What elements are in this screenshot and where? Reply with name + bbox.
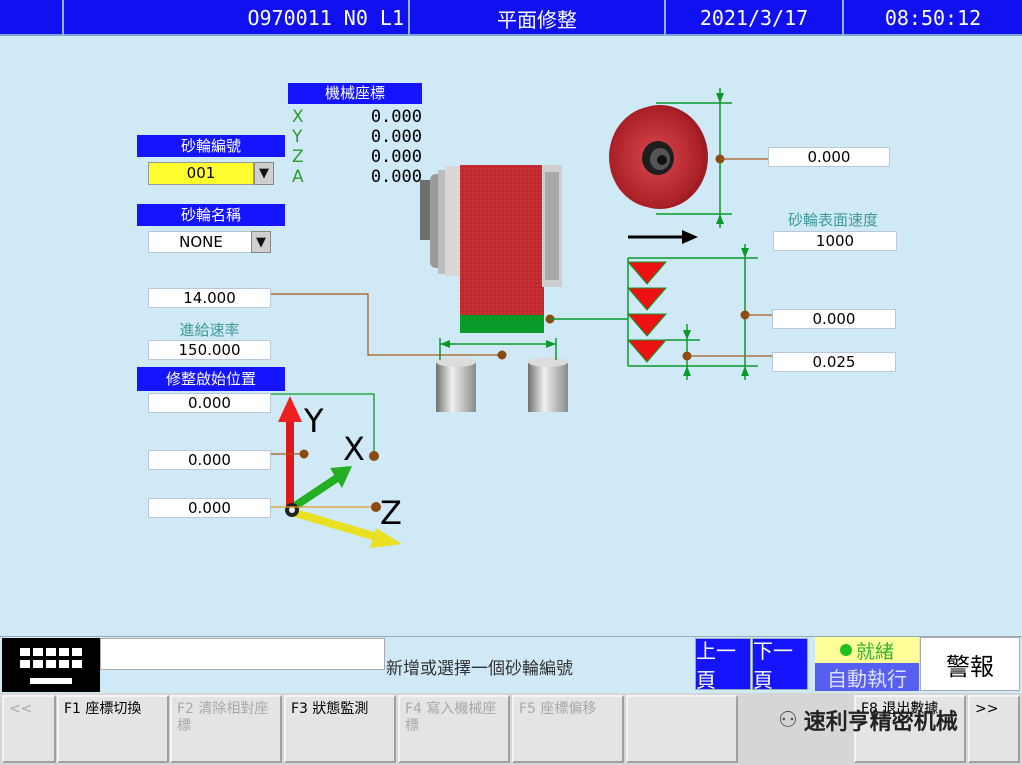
wheel-spindle-illustration	[420, 165, 562, 333]
ready-status: 就緒	[815, 637, 919, 663]
watermark-text: 速利亨精密机械	[803, 710, 958, 735]
wechat-icon: ⚇	[778, 707, 798, 733]
grinding-wheel-illustration	[609, 105, 708, 209]
fkey-f1[interactable]: F1 座標切換	[57, 695, 169, 763]
fkey-prev[interactable]: <<	[2, 695, 56, 763]
fkey-f5[interactable]: F5 座標偏移	[512, 695, 624, 763]
x-axis-label: X	[343, 430, 365, 468]
y-axis-label: Y	[304, 402, 324, 440]
dressing-passes-illustration	[626, 261, 668, 363]
alarm-button[interactable]: 警報	[920, 637, 1020, 691]
ready-indicator-icon	[839, 644, 852, 656]
mode-status: 自動執行	[815, 663, 919, 691]
fkey-f2[interactable]: F2 清除相對座標	[170, 695, 282, 763]
watermark: ⚇ 速利亨精密机械	[778, 704, 958, 736]
keyboard-button[interactable]	[2, 638, 100, 692]
fkey-f4[interactable]: F4 寫入機械座標	[398, 695, 510, 763]
ready-status-text: 就緒	[855, 640, 894, 663]
status-message: 新增或選擇一個砂輪編號	[386, 659, 573, 679]
dressing-diagram	[271, 88, 772, 548]
fkey-f6[interactable]	[626, 695, 738, 763]
dresser-cylinders	[436, 357, 568, 412]
z-axis-label: Z	[380, 494, 402, 532]
keyboard-icon	[16, 644, 86, 684]
fkey-f3[interactable]: F3 狀態監測	[284, 695, 396, 763]
fkey-next[interactable]: >>	[968, 695, 1020, 763]
prev-page-button[interactable]: 上一頁	[695, 638, 751, 692]
next-page-button[interactable]: 下一頁	[752, 638, 808, 692]
command-input[interactable]	[100, 638, 385, 670]
